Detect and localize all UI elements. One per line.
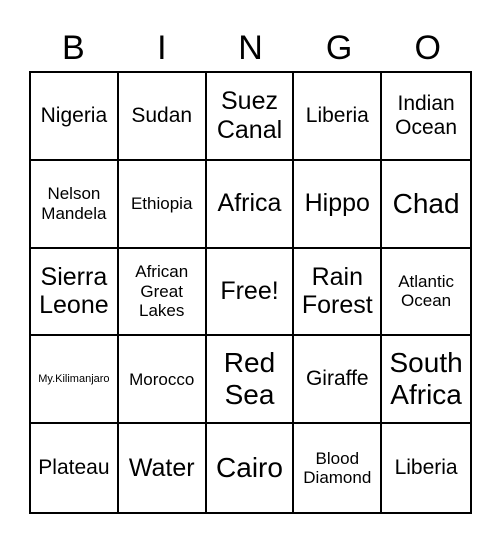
bingo-cell[interactable]: Red Sea xyxy=(206,336,295,425)
bingo-cell[interactable]: Giraffe xyxy=(294,336,383,425)
bingo-cell[interactable]: Sierra Leone xyxy=(31,248,119,337)
bingo-cell[interactable]: Africa xyxy=(206,160,295,249)
bingo-cell-text: Indian Ocean xyxy=(395,91,458,139)
bingo-cell-text: Ethiopia xyxy=(130,193,193,213)
bingo-cell-free[interactable]: Free! xyxy=(206,248,295,337)
bingo-cell-text: Sudan xyxy=(131,103,193,127)
bingo-cell-text: Hippo xyxy=(304,189,370,218)
bingo-cell[interactable]: Liberia xyxy=(382,424,470,512)
bingo-cell-text: Cairo xyxy=(216,452,283,483)
bingo-cell-text: Nigeria xyxy=(40,103,108,127)
bingo-cell-text: Chad xyxy=(392,187,460,219)
bingo-cell-text: Sierra Leone xyxy=(39,262,109,320)
bingo-cell-text: Liberia xyxy=(394,456,458,480)
bingo-cell-text: Plateau xyxy=(38,456,110,480)
bingo-cell-text: My.Kilimanjaro xyxy=(38,372,110,385)
bingo-cell-text: Africa xyxy=(217,189,282,218)
bingo-cell-text: Rain Forest xyxy=(301,262,373,320)
bingo-header: B I N G O xyxy=(29,28,472,68)
bingo-cell[interactable]: Chad xyxy=(382,161,470,249)
header-letter-g: G xyxy=(325,29,353,67)
bingo-cell[interactable]: Rain Forest xyxy=(294,248,383,337)
bingo-cell-text: Morocco xyxy=(129,369,195,389)
bingo-cell-text: Giraffe xyxy=(305,367,369,391)
bingo-cell-text: Blood Diamond xyxy=(303,448,372,488)
bingo-cell-text: Atlantic Ocean xyxy=(398,271,454,311)
header-letter-n: N xyxy=(238,29,263,67)
bingo-cell-text: South Africa xyxy=(389,347,463,411)
bingo-cell-text: Red Sea xyxy=(223,347,276,411)
bingo-cell[interactable]: Blood Diamond xyxy=(294,424,383,512)
bingo-cell-text: Suez Canal xyxy=(216,87,283,144)
bingo-cell[interactable]: Plateau xyxy=(31,424,119,512)
bingo-cell[interactable]: My.Kilimanjaro xyxy=(31,336,119,425)
bingo-cell-text: Free! xyxy=(220,277,279,306)
bingo-cell[interactable]: African Great Lakes xyxy=(118,248,207,337)
bingo-cell[interactable]: Indian Ocean xyxy=(382,73,470,161)
header-letter-i: I xyxy=(157,29,167,67)
header-letter-o: O xyxy=(414,29,441,67)
bingo-cell[interactable]: Water xyxy=(119,424,207,512)
bingo-cell[interactable]: Cairo xyxy=(207,424,295,512)
bingo-cell[interactable]: South Africa xyxy=(382,336,470,425)
bingo-cell[interactable]: Nigeria xyxy=(31,73,119,161)
bingo-cell[interactable]: Hippo xyxy=(294,160,383,249)
bingo-cell[interactable]: Morocco xyxy=(118,336,207,425)
bingo-cell[interactable]: Nelson Mandela xyxy=(31,160,119,249)
header-letter-b: B xyxy=(61,29,85,67)
bingo-cell[interactable]: Atlantic Ocean xyxy=(382,249,470,337)
bingo-cell[interactable]: Liberia xyxy=(294,73,383,161)
bingo-cell[interactable]: Suez Canal xyxy=(206,73,295,161)
bingo-cell-text: Liberia xyxy=(305,103,369,127)
bingo-cell[interactable]: Sudan xyxy=(118,73,207,161)
bingo-cell-text: Nelson Mandela xyxy=(41,184,107,223)
bingo-cell-text: African Great Lakes xyxy=(135,262,189,321)
bingo-cell-text: Water xyxy=(128,453,195,482)
bingo-card-grid: Nigeria Sudan Suez Canal Liberia Indian Ocea… xyxy=(29,71,472,514)
bingo-cell[interactable]: Ethiopia xyxy=(118,160,207,249)
